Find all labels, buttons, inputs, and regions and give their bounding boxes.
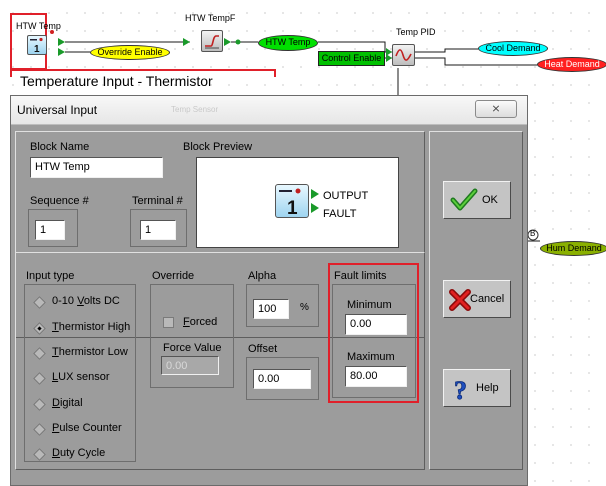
ok-button[interactable]: OK: [443, 181, 511, 219]
alpha-unit: %: [300, 302, 309, 313]
cancel-x-icon: [449, 289, 471, 311]
close-button[interactable]: ⨯: [475, 100, 517, 118]
preview-digit: 1: [287, 198, 298, 217]
fault-arrow-icon: [58, 48, 65, 56]
override-group: Forced Force Value 0.00: [150, 284, 234, 388]
settings-panel: Input type 0-10 Volts DC Thermistor High T…: [15, 252, 425, 470]
offset-label: Offset: [248, 343, 278, 355]
forced-label[interactable]: Forced: [183, 316, 217, 328]
block-name-label: Block Name: [30, 141, 90, 153]
dialog-title: Universal Input: [17, 103, 98, 117]
preview-output-label: OUTPUT: [323, 190, 369, 202]
terminal-field[interactable]: 1: [140, 220, 176, 240]
hum-demand-tag[interactable]: Hum Demand: [540, 241, 606, 256]
output-arrow-icon: [58, 38, 65, 46]
universal-input-dialog: Universal Input Temp Sensor ⨯ Block Name…: [10, 95, 528, 486]
input-type-radio[interactable]: [33, 296, 46, 309]
input-type-radio[interactable]: [33, 423, 46, 436]
alpha-group: 100 %: [246, 284, 319, 327]
htw-temp-tag[interactable]: HTW Temp: [258, 35, 318, 51]
sequence-field[interactable]: 1: [35, 220, 65, 240]
button-panel: OK Cancel ? Help: [429, 131, 523, 470]
ghost-text: Temp Sensor: [171, 105, 219, 114]
heat-demand-tag[interactable]: Heat Demand: [537, 57, 606, 72]
terminal-group: 1: [130, 209, 187, 247]
htw-temp-caption: HTW Temp: [16, 21, 61, 31]
input-type-radio[interactable]: [33, 448, 46, 461]
input-type-label: Input type: [26, 270, 75, 282]
terminal-label: Terminal #: [132, 195, 183, 207]
offset-field[interactable]: 0.00: [253, 369, 311, 389]
force-value-label: Force Value: [163, 342, 222, 354]
pid-block-icon[interactable]: [392, 44, 415, 66]
block-title: Temperature Input - Thermistor: [20, 73, 213, 89]
input-type-option[interactable]: LUX sensor: [52, 371, 109, 383]
svg-text:?: ?: [454, 376, 467, 403]
input-type-radio[interactable]: [33, 322, 46, 335]
input-type-option[interactable]: Digital: [52, 397, 83, 409]
sequence-group: 1: [28, 209, 78, 247]
input-type-radio[interactable]: [33, 398, 46, 411]
block-preview-label: Block Preview: [183, 141, 253, 153]
alpha-field[interactable]: 100: [253, 299, 289, 319]
checkmark-icon: [450, 188, 478, 211]
help-button[interactable]: ? Help: [443, 369, 511, 407]
node-badge: B: [530, 229, 536, 238]
input-type-radio[interactable]: [33, 372, 46, 385]
preview-fault-label: FAULT: [323, 208, 357, 220]
forced-checkbox[interactable]: [163, 317, 174, 328]
input-type-radio[interactable]: [33, 347, 46, 360]
alpha-label: Alpha: [248, 270, 277, 282]
cancel-button[interactable]: Cancel: [443, 280, 511, 318]
svg-text:1: 1: [34, 44, 40, 54]
input-type-option[interactable]: 0-10 Volts DC: [52, 295, 120, 307]
sequence-label: Sequence #: [30, 195, 89, 207]
override-label: Override: [152, 270, 195, 282]
preview-block-icon: 1: [275, 184, 309, 218]
override-enable-tag[interactable]: Override Enable: [90, 45, 170, 60]
temp-pid-caption: Temp PID: [396, 27, 436, 37]
block-name-field[interactable]: HTW Temp: [30, 157, 163, 178]
cool-demand-tag[interactable]: Cool Demand: [478, 41, 548, 56]
input-type-option[interactable]: Duty Cycle: [52, 447, 105, 459]
ok-label: OK: [482, 194, 498, 206]
filter-block-icon[interactable]: [201, 30, 223, 52]
input-type-group: 0-10 Volts DC Thermistor High Thermistor L…: [24, 284, 136, 462]
htw-tempf-caption: HTW TempF: [185, 13, 236, 23]
help-icon: ?: [454, 376, 468, 403]
preview-arrows-icon: [311, 189, 319, 213]
dialog-titlebar: Universal Input Temp Sensor ⨯: [11, 96, 527, 125]
input-type-option[interactable]: Pulse Counter: [52, 422, 122, 434]
cancel-label: Cancel: [470, 293, 505, 305]
input-type-option[interactable]: Thermistor Low: [52, 346, 128, 358]
fault-limits-highlight: [328, 263, 419, 403]
help-label: Help: [476, 382, 499, 394]
offset-group: 0.00: [246, 357, 319, 400]
force-value-field: 0.00: [161, 356, 219, 375]
control-enable-tag[interactable]: Control Enable: [318, 51, 385, 66]
input-type-option[interactable]: Thermistor High: [52, 321, 130, 333]
block-preview: 1 OUTPUT FAULT: [196, 157, 399, 248]
thermistor-block-icon[interactable]: 1: [27, 35, 47, 55]
